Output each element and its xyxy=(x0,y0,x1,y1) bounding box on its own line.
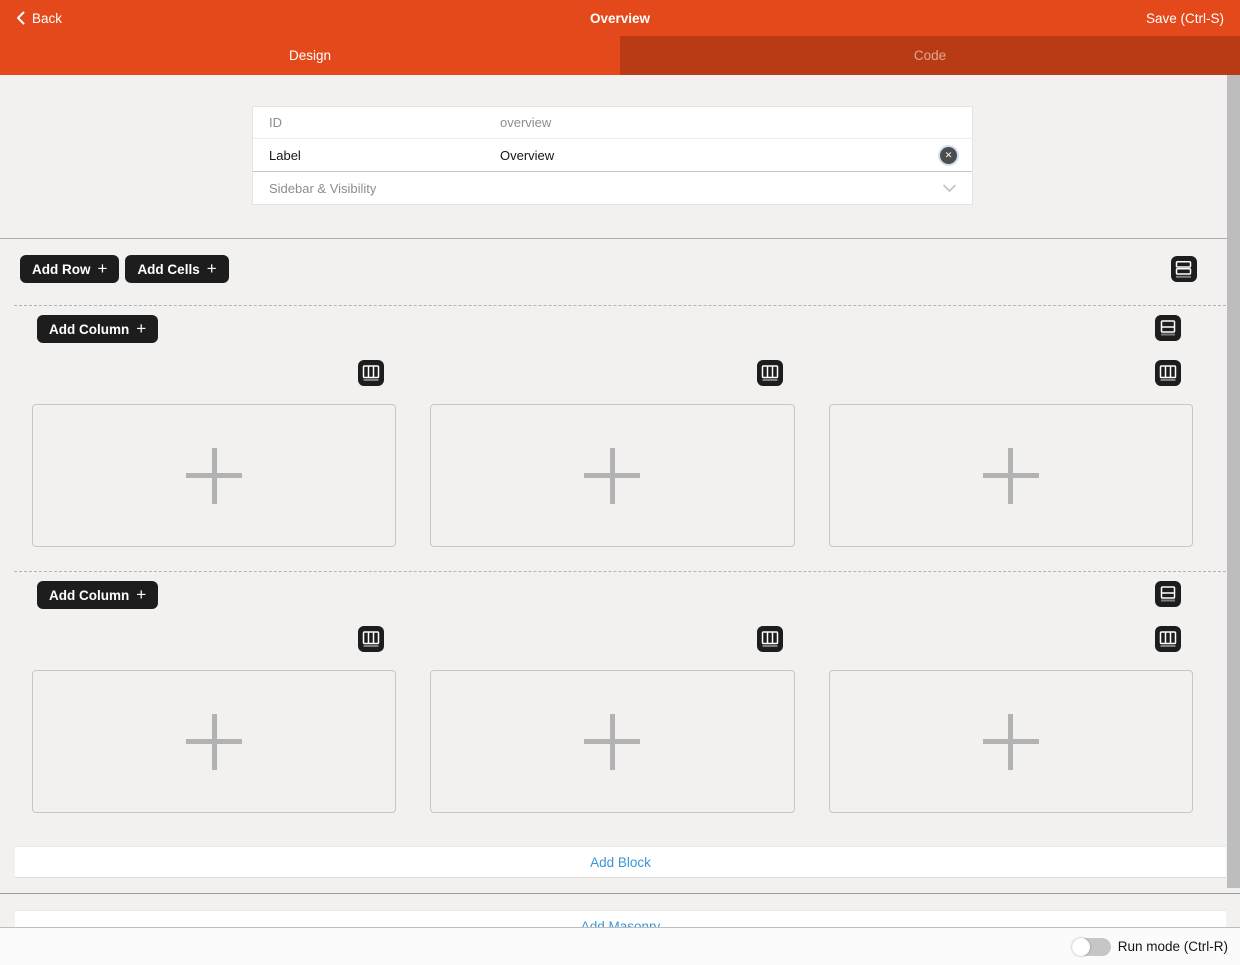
toggle-knob xyxy=(1072,938,1090,956)
blocks-masonry-divider xyxy=(0,893,1240,894)
plus-icon xyxy=(983,448,1039,504)
empty-cell-add-widget[interactable] xyxy=(829,670,1193,813)
plus-icon xyxy=(584,448,640,504)
vertical-scrollbar[interactable] xyxy=(1227,75,1240,888)
property-row-label[interactable]: Label Overview ✕ xyxy=(253,139,972,172)
plus-icon xyxy=(186,714,242,770)
chevron-left-icon xyxy=(16,11,25,25)
app-header: Back Overview Save (Ctrl-S) xyxy=(0,0,1240,36)
tab-code[interactable]: Code xyxy=(620,36,1240,75)
plus-icon xyxy=(584,714,640,770)
plus-icon xyxy=(186,448,242,504)
grid-row-section-1: Add Column + xyxy=(14,305,1226,547)
label-input-value[interactable]: Overview xyxy=(500,148,940,163)
sidebar-visibility-section[interactable]: Sidebar & Visibility xyxy=(253,172,972,204)
empty-cell-add-widget[interactable] xyxy=(829,404,1193,547)
column-settings-icon[interactable] xyxy=(1155,626,1181,652)
section-divider xyxy=(0,238,1240,239)
grid-toolbar: Add Row + Add Cells + xyxy=(0,255,1240,283)
add-block-button[interactable]: Add Block xyxy=(15,846,1226,878)
tab-design[interactable]: Design xyxy=(0,36,620,75)
add-column-button[interactable]: Add Column + xyxy=(37,315,158,343)
chevron-down-icon[interactable] xyxy=(942,183,972,193)
editor-content: ID overview Label Overview ✕ Sidebar & V… xyxy=(0,75,1240,965)
clear-input-icon[interactable]: ✕ xyxy=(940,147,957,164)
back-button[interactable]: Back xyxy=(16,11,62,26)
add-cells-button[interactable]: Add Cells + xyxy=(125,255,228,283)
save-button[interactable]: Save (Ctrl-S) xyxy=(1146,11,1224,26)
column-settings-icon[interactable] xyxy=(358,360,384,386)
row-settings-icon[interactable] xyxy=(1155,581,1181,607)
add-column-button[interactable]: Add Column + xyxy=(37,581,158,609)
back-label: Back xyxy=(32,11,62,26)
empty-cell-add-widget[interactable] xyxy=(32,404,396,547)
column-settings-icon[interactable] xyxy=(358,626,384,652)
plus-icon: + xyxy=(98,260,108,277)
view-properties-card: ID overview Label Overview ✕ Sidebar & V… xyxy=(252,106,973,205)
grid-row-section-2: Add Column + xyxy=(14,571,1226,813)
cells-view-icon[interactable] xyxy=(1171,256,1197,282)
page-title: Overview xyxy=(0,11,1240,26)
bottom-status-bar: Run mode (Ctrl-R) xyxy=(0,927,1240,965)
id-label: ID xyxy=(253,115,500,130)
plus-icon: + xyxy=(136,586,146,603)
column-settings-icon[interactable] xyxy=(757,626,783,652)
run-mode-toggle[interactable] xyxy=(1072,938,1111,956)
empty-cell-add-widget[interactable] xyxy=(430,404,794,547)
add-row-button[interactable]: Add Row + xyxy=(20,255,119,283)
plus-icon: + xyxy=(136,320,146,337)
plus-icon: + xyxy=(207,260,217,277)
empty-cell-add-widget[interactable] xyxy=(430,670,794,813)
column-settings-icon[interactable] xyxy=(1155,360,1181,386)
sidebar-visibility-label: Sidebar & Visibility xyxy=(253,181,500,196)
row-settings-icon[interactable] xyxy=(1155,315,1181,341)
tab-bar: Design Code xyxy=(0,36,1240,75)
run-mode-label: Run mode (Ctrl-R) xyxy=(1118,939,1228,954)
property-row-id[interactable]: ID overview xyxy=(253,107,972,139)
column-settings-icon[interactable] xyxy=(757,360,783,386)
label-label: Label xyxy=(253,148,500,163)
id-value[interactable]: overview xyxy=(500,115,972,130)
empty-cell-add-widget[interactable] xyxy=(32,670,396,813)
plus-icon xyxy=(983,714,1039,770)
